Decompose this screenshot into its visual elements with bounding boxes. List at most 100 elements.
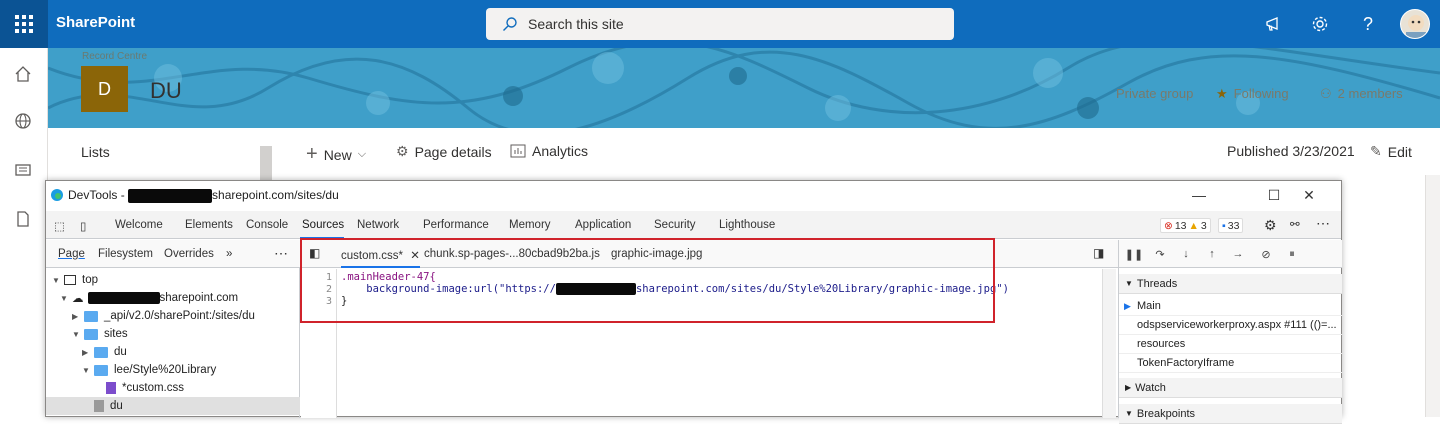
tree-item-du-page[interactable]: du	[46, 397, 300, 415]
site-logo[interactable]: D	[81, 66, 128, 112]
more-icon[interactable]: ⋯	[1316, 215, 1330, 232]
edit-button[interactable]: ✎ Edit	[1370, 143, 1412, 160]
connection-icon[interactable]: ⚯	[1290, 217, 1300, 231]
navigator-menu-icon[interactable]: ⋯	[274, 245, 288, 262]
avatar[interactable]	[1400, 9, 1430, 39]
tab-performance[interactable]: Performance	[423, 219, 489, 231]
megaphone-icon[interactable]	[1262, 12, 1286, 36]
site-breadcrumb[interactable]: Record Centre	[82, 51, 147, 62]
section-label: Watch	[1135, 381, 1166, 394]
step-over-icon[interactable]: ↷	[1153, 247, 1167, 261]
gear-icon[interactable]	[1308, 12, 1332, 36]
step-out-icon[interactable]: ↑	[1205, 247, 1219, 261]
nav-tab-filesystem[interactable]: Filesystem	[98, 248, 153, 260]
tree-label: lee/Style%20Library	[114, 364, 217, 376]
globe-icon[interactable]	[14, 112, 34, 132]
maximize-button[interactable]: ☐	[1264, 185, 1284, 205]
error-count: 13	[1174, 219, 1187, 232]
follow-button[interactable]: ★ Following	[1216, 86, 1289, 102]
page-details-button[interactable]: ⚙ Page details	[396, 143, 492, 160]
step-into-icon[interactable]: ↓	[1179, 247, 1193, 261]
app-launcher-icon[interactable]	[0, 0, 48, 48]
tab-console[interactable]: Console	[246, 219, 288, 231]
new-button[interactable]: + New ⌵	[306, 143, 366, 166]
pencil-icon: ✎	[1370, 143, 1382, 159]
device-toolbar-icon[interactable]: ▯	[80, 219, 86, 233]
pause-on-exceptions-icon[interactable]: ⏸	[1285, 247, 1299, 261]
message-count: 33	[1227, 219, 1240, 232]
nav-tab-overrides[interactable]: Overrides	[164, 248, 214, 260]
message-icon: ▪	[1222, 219, 1226, 232]
caret-down-icon: ▼	[60, 293, 68, 303]
tree-label: _api/v2.0/sharePoint:/sites/du	[104, 310, 255, 322]
inspect-icon[interactable]: ⬚	[54, 219, 65, 233]
tab-elements[interactable]: Elements	[185, 219, 233, 231]
search-icon	[503, 17, 517, 31]
document-icon[interactable]	[14, 210, 34, 230]
tree-item-top[interactable]: ▼ top	[46, 271, 300, 289]
members-button[interactable]: ⚇ 2 members	[1320, 86, 1403, 102]
thread-item[interactable]: odspserviceworkerproxy.aspx #111 (()=...	[1119, 316, 1342, 335]
folder-icon	[94, 364, 108, 376]
close-button[interactable]: ✕	[1299, 185, 1319, 205]
devtools-title: DevTools - sharepoint.com/sites/du	[68, 188, 339, 203]
thread-item[interactable]: TokenFactoryIframe	[1119, 354, 1342, 373]
tab-lighthouse[interactable]: Lighthouse	[719, 219, 775, 231]
star-icon: ★	[1216, 86, 1228, 101]
gear-icon: ⚙	[396, 143, 409, 159]
devtools-tabbar: ⬚ ▯ Welcome Elements Console Sources Net…	[46, 211, 1341, 239]
watch-header[interactable]: ▶ Watch	[1119, 378, 1342, 398]
tree-item-du[interactable]: ▶ du	[46, 343, 300, 361]
tree-label: top	[82, 274, 98, 286]
more-tabs-icon[interactable]: »	[226, 248, 232, 260]
analytics-button[interactable]: Analytics	[510, 143, 588, 159]
tree-item-host[interactable]: ▼ ☁ sharepoint.com	[46, 289, 300, 307]
breakpoints-header[interactable]: ▼ Breakpoints	[1119, 404, 1342, 424]
toggle-debugger-icon[interactable]: ◨	[1093, 246, 1104, 260]
page-scrollbar[interactable]	[1425, 175, 1440, 417]
error-icon: ⊗	[1164, 219, 1173, 232]
home-icon[interactable]	[14, 65, 34, 85]
document-icon	[94, 400, 104, 412]
tab-welcome[interactable]: Welcome	[115, 219, 163, 231]
tab-application[interactable]: Application	[575, 219, 631, 231]
site-title[interactable]: DU	[150, 78, 182, 104]
pause-icon[interactable]: ❚❚	[1125, 247, 1143, 261]
tree-item-sites[interactable]: ▼ sites	[46, 325, 300, 343]
tab-network[interactable]: Network	[357, 219, 399, 231]
warning-icon: ▲	[1188, 219, 1199, 232]
search-box[interactable]: Search this site	[486, 8, 954, 40]
folder-icon	[84, 328, 98, 340]
tree-label: sites	[104, 328, 128, 340]
tab-sources[interactable]: Sources	[302, 219, 344, 231]
step-icon[interactable]: →	[1231, 247, 1245, 261]
nav-item-lists[interactable]: Lists	[81, 144, 110, 160]
caret-down-icon: ▼	[52, 275, 60, 285]
brand-name[interactable]: SharePoint	[56, 14, 135, 31]
nav-tab-page[interactable]: Page	[58, 248, 85, 260]
messages-badge[interactable]: ▪ 33	[1218, 218, 1244, 233]
debugger-toolbar: ❚❚ ↷ ↓ ↑ → ⊘ ⏸	[1119, 240, 1342, 268]
sources-navigator: Page Filesystem Overrides » ⋯ ▼ top ▼ ☁ …	[46, 240, 300, 418]
deactivate-breakpoints-icon[interactable]: ⊘	[1259, 247, 1273, 261]
threads-header[interactable]: ▼ Threads	[1119, 274, 1342, 294]
tree-item-api[interactable]: ▶ _api/v2.0/sharePoint:/sites/du	[46, 307, 300, 325]
tree-label: du	[114, 346, 127, 358]
tab-security[interactable]: Security	[654, 219, 696, 231]
app-rail	[0, 48, 48, 417]
help-icon[interactable]: ?	[1356, 12, 1380, 36]
tab-memory[interactable]: Memory	[509, 219, 551, 231]
search-placeholder: Search this site	[528, 16, 624, 32]
plus-icon: +	[306, 143, 318, 165]
minimize-button[interactable]: —	[1189, 185, 1209, 205]
tree-item-custom-css[interactable]: *custom.css	[46, 379, 300, 397]
thread-item[interactable]: resources	[1119, 335, 1342, 354]
settings-icon[interactable]: ⚙	[1264, 217, 1277, 234]
news-icon[interactable]	[14, 161, 34, 181]
issues-badge[interactable]: ⊗ 13 ▲ 3	[1160, 218, 1211, 233]
thread-item[interactable]: ▶ Main	[1119, 297, 1342, 316]
editor-scrollbar[interactable]	[1102, 269, 1116, 418]
warning-count: 3	[1200, 219, 1207, 232]
nav-scrollbar[interactable]	[260, 146, 272, 180]
tree-item-style-library[interactable]: ▼ lee/Style%20Library	[46, 361, 300, 379]
